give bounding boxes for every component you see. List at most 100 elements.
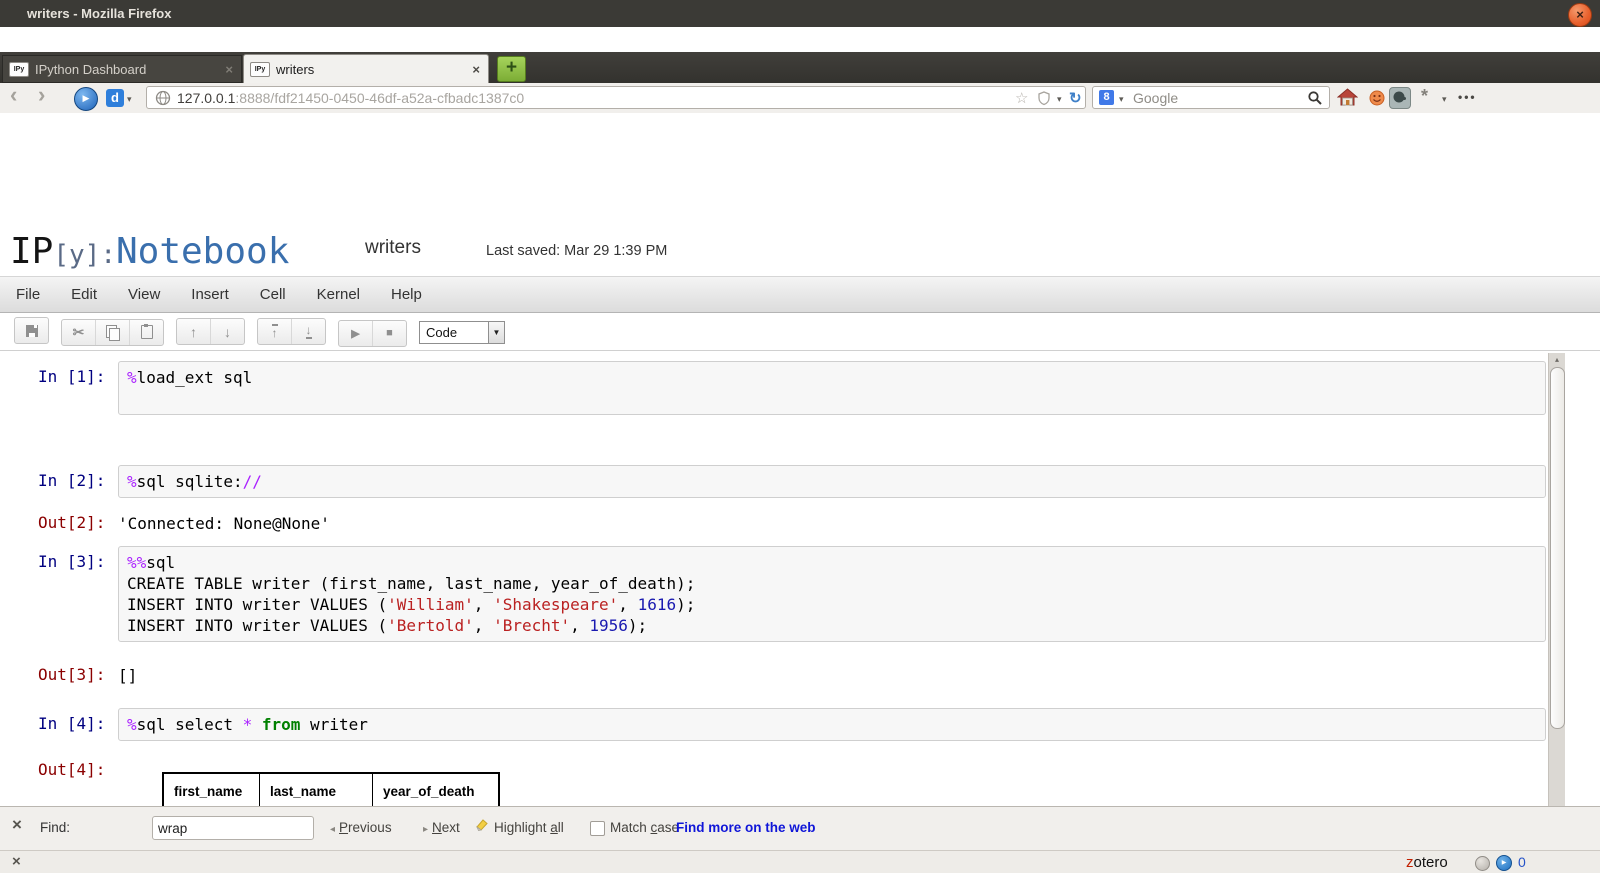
code-token: 1956 [589,616,628,635]
chevron-down-icon[interactable]: ▾ [1442,94,1447,105]
code-token: sql sqlite: [136,472,243,491]
shield-icon[interactable] [1037,91,1051,111]
chevron-down-icon[interactable]: ▾ [1057,94,1062,105]
run-icon: ▶ [351,327,360,340]
back-button[interactable]: ‹ [10,82,17,108]
chevron-down-icon[interactable]: ▼ [488,321,504,343]
nb-menu-file[interactable]: File [16,286,40,303]
evernote-icon[interactable] [1389,87,1411,109]
scroll-up-icon[interactable]: ▴ [1549,353,1565,367]
scrollbar-thumb[interactable] [1550,367,1565,729]
find-bar: × Find: ◂Previous ▸Next Highlight all Ma… [0,806,1600,850]
output-text: [] [118,666,138,685]
run-button[interactable]: ▶ [339,321,372,346]
triangle-left-icon: ◂ [330,824,336,835]
toolbar-button-groups: ✂ ↑ ↓ ↑ ↓ ▶ ■ [14,317,419,347]
input-prompt: In [2]: [38,471,106,490]
nb-menu-kernel[interactable]: Kernel [317,286,360,303]
move-up-button[interactable]: ↑ [177,319,210,344]
downloadhelper-icon[interactable]: d [106,89,124,107]
insert-below-button[interactable]: ↓ [291,318,325,344]
find-more-link[interactable]: Find more on the web [676,820,816,835]
tab-writers[interactable]: IPy writers × [243,54,489,83]
zotero-button[interactable]: zotero [1406,854,1448,871]
stop-button[interactable]: ■ [372,320,406,346]
vertical-scrollbar[interactable]: ▴ ▾ [1548,353,1565,873]
close-icon[interactable]: × [12,853,21,870]
stop-icon: ■ [386,327,393,340]
tab-close-icon[interactable]: × [225,62,233,77]
bookmark-star-icon[interactable]: ☆ [1015,89,1028,107]
code-token: load_ext sql [136,368,253,387]
notebook-title[interactable]: writers [365,237,421,259]
input-prompt: In [3]: [38,552,106,571]
save-button[interactable] [15,318,48,343]
highlighter-icon [474,817,490,839]
search-bar[interactable]: 8 ▾ Google [1092,86,1330,109]
home-icon[interactable] [1336,88,1359,111]
match-case-checkbox[interactable] [590,821,605,836]
url-path: :8888/fdf21450-0450-46df-a52a-cfbadc1387… [235,90,525,106]
insert-above-button[interactable]: ↑ [258,319,291,344]
code-token: INSERT INTO writer VALUES ( [127,616,388,635]
url-text[interactable]: 127.0.0.1:8888/fdf21450-0450-46df-a52a-c… [177,90,524,106]
new-tab-button[interactable]: + [497,56,526,82]
navigation-toolbar: ‹ › ▶ d ▾ 127.0.0.1:8888/fdf21450-0450-4… [0,82,1600,114]
table-header: year_of_death [372,772,500,810]
find-input[interactable] [152,816,314,840]
tab-close-icon[interactable]: × [472,62,480,77]
smiley-icon[interactable] [1369,90,1385,111]
window-title: writers - Mozilla Firefox [27,6,172,21]
code-input[interactable]: %load_ext sql [118,361,1546,415]
code-token: 1616 [637,595,677,614]
code-token: writer [300,715,368,734]
move-down-button[interactable]: ↓ [210,319,244,345]
code-token: % [127,472,137,491]
window-close-button[interactable]: × [1568,3,1592,27]
tab-ipython-dashboard[interactable]: IPy IPython Dashboard × [2,55,242,83]
cell-type-select[interactable]: Code ▼ [419,320,505,344]
nb-menu-edit[interactable]: Edit [71,286,97,303]
cut-button[interactable]: ✂ [62,320,95,345]
notebook-cells-area: In [1]: %load_ext sql In [2]: %sql sqlite:… [0,352,1600,873]
google-engine-icon[interactable]: 8 [1099,90,1114,105]
media-addon-icon[interactable]: ▶ [74,87,98,111]
code-token: CREATE TABLE writer (first_name, last_na… [127,574,696,593]
code-token: ); [676,595,696,614]
code-input[interactable]: %sql select * from writer [118,708,1546,741]
status-blue-icon[interactable]: ▶ [1496,855,1512,871]
overflow-menu-icon[interactable]: ••• [1458,90,1477,104]
chevron-down-icon[interactable]: ▾ [1119,94,1124,105]
copy-button[interactable] [95,319,129,345]
code-cell: In [1]: %load_ext sql [0,361,1600,415]
nb-menu-cell[interactable]: Cell [260,286,286,303]
code-input[interactable]: %sql sqlite:// [118,465,1546,498]
nb-menu-help[interactable]: Help [391,286,422,303]
find-previous-button[interactable]: ◂ Previous [330,820,392,835]
ipython-logo[interactable]: IP[y]:Notebook [10,231,289,272]
zotero-z: z [1406,854,1414,871]
status-gray-icon[interactable] [1475,856,1490,871]
logo-ip: IP [10,231,54,272]
match-case-label[interactable]: Match case [610,820,679,835]
paste-button[interactable] [129,319,163,345]
notebook-toolbar: ✂ ↑ ↓ ↑ ↓ ▶ ■ Code ▼ [0,314,1600,351]
code-input[interactable]: %%sql CREATE TABLE writer (first_name, la… [118,546,1546,642]
search-icon[interactable] [1307,90,1323,111]
nb-menu-insert[interactable]: Insert [191,286,229,303]
reload-icon[interactable]: ↻ [1069,89,1082,107]
code-token: 'Brecht' [493,616,571,635]
highlight-all-button[interactable]: Highlight all [494,820,564,835]
forward-button[interactable]: › [38,82,45,108]
close-icon[interactable]: × [12,815,22,835]
insert-below-icon: ↓ [305,322,312,339]
url-bar[interactable]: 127.0.0.1:8888/fdf21450-0450-46df-a52a-c… [146,86,1086,109]
nb-menu-view[interactable]: View [128,286,160,303]
code-cell: In [4]: %sql select * from writer [0,708,1600,741]
toolbar-group: ↑ ↓ [176,318,245,346]
find-next-button[interactable]: ▸ Next [423,820,460,835]
addon-icon[interactable]: * [1421,86,1428,107]
chevron-down-icon[interactable]: ▾ [127,94,132,105]
